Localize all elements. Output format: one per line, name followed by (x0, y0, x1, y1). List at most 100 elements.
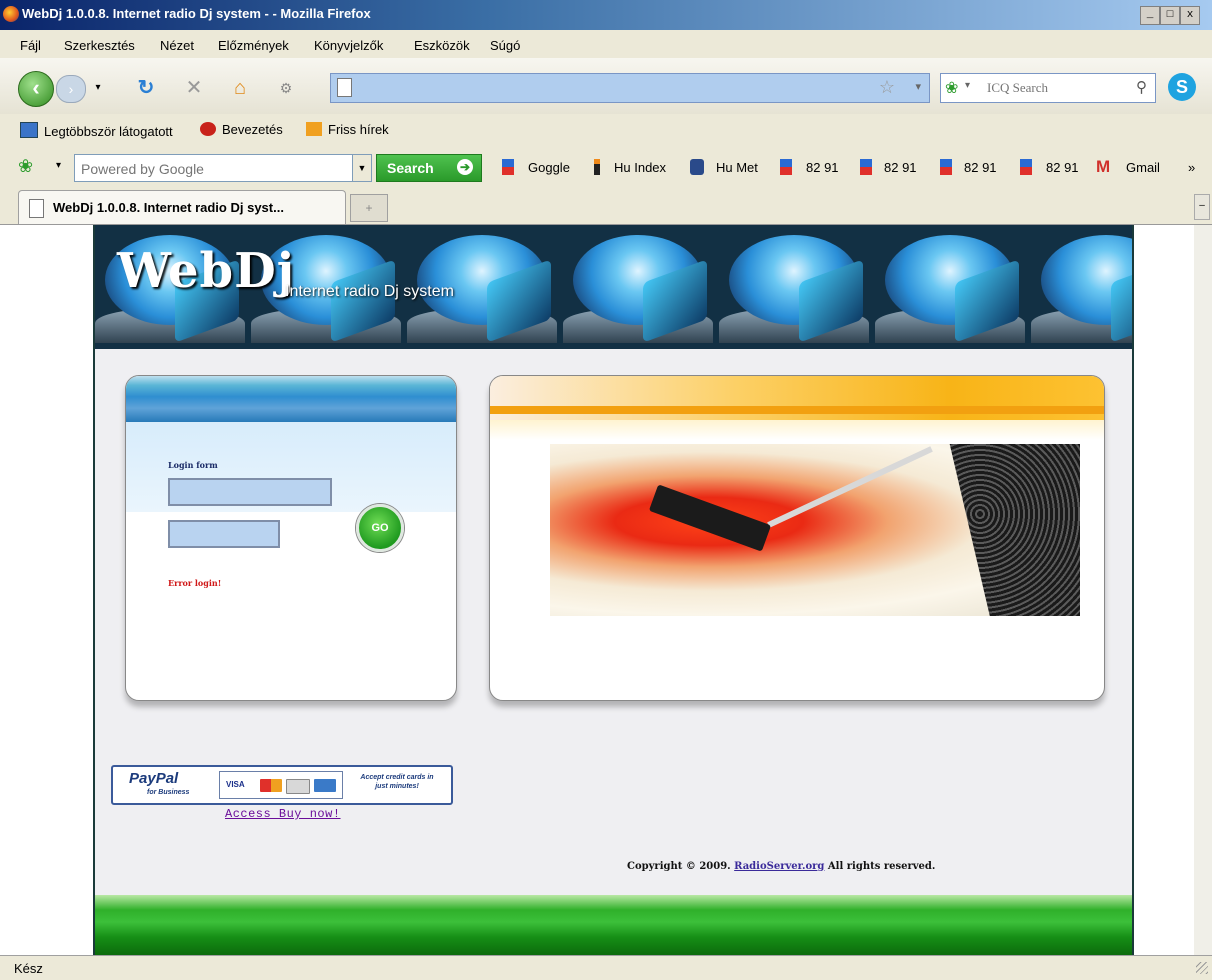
bookmark-label: Friss hírek (328, 122, 389, 137)
bookmark-icon (1020, 159, 1032, 175)
url-dropdown-icon[interactable]: ▾ (915, 80, 921, 93)
google-search-button[interactable]: Search ➔ (376, 154, 482, 182)
menu-view[interactable]: Nézet (160, 38, 194, 53)
tab-webdj[interactable]: WebDj 1.0.0.8. Internet radio Dj syst... (18, 190, 346, 224)
search-engine-dropdown-icon[interactable]: ▾ (965, 80, 970, 91)
icq-flower-icon[interactable]: ❀ (945, 78, 958, 98)
minimize-button[interactable]: _ (1140, 6, 1160, 25)
bookmark-icon (940, 159, 952, 175)
tab-label: WebDj 1.0.0.8. Internet radio Dj syst... (53, 200, 284, 215)
link-8291-1[interactable]: 82 91 (806, 160, 839, 175)
visa-label: VISA (226, 780, 245, 789)
skype-icon[interactable]: S (1168, 73, 1196, 101)
rss-icon (306, 122, 322, 136)
bookmark-label: Legtöbbször látogatott (44, 124, 173, 139)
mastercard-icon (260, 779, 282, 792)
login-form-label: Login form (168, 460, 218, 470)
window-title: WebDj 1.0.0.8. Internet radio Dj system … (22, 6, 371, 21)
paypal-badge[interactable]: PayPal for Business VISA Accept credit c… (111, 765, 453, 805)
login-go-button[interactable]: GO (356, 504, 404, 552)
close-button[interactable]: x (1180, 6, 1200, 25)
link-8291-4[interactable]: 82 91 (1046, 160, 1079, 175)
paypal-business-label: for Business (147, 789, 190, 796)
link-gmail[interactable]: Gmail (1126, 160, 1160, 175)
hu-index-icon (594, 159, 600, 175)
copyright-prefix: Copyright © 2009. (627, 861, 731, 872)
window-title-bar: WebDj 1.0.0.8. Internet radio Dj system … (0, 0, 1212, 30)
reload-icon[interactable]: ↻ (134, 76, 158, 100)
bookmark-getting-started[interactable]: Bevezetés (200, 122, 283, 137)
link-8291-3[interactable]: 82 91 (964, 160, 997, 175)
menu-help[interactable]: Súgó (490, 38, 520, 53)
forward-button[interactable]: › (56, 75, 86, 103)
bookmark-star-icon[interactable]: ☆ (879, 77, 895, 98)
search-button-label: Search (387, 160, 434, 176)
hu-met-icon (690, 159, 704, 175)
new-tab-button[interactable]: + (350, 194, 388, 222)
bookmarks-toolbar: Legtöbbször látogatott Bevezetés Friss h… (0, 114, 1212, 146)
login-error-message: Error login! (168, 578, 222, 588)
discover-icon (286, 779, 310, 794)
icq-search-box[interactable]: ❀ ▾ ⚲ (940, 73, 1156, 103)
firefox-icon (3, 6, 19, 22)
webdj-page: WebDj Internet radio Dj system Login for… (93, 225, 1134, 955)
menu-tools[interactable]: Eszközök (414, 38, 470, 53)
username-input[interactable] (168, 478, 332, 506)
back-button[interactable]: ‹ (18, 71, 54, 107)
vertical-scrollbar[interactable] (1194, 225, 1212, 955)
link-hu-index[interactable]: Hu Index (614, 160, 666, 175)
paypal-logo: PayPal (129, 770, 179, 787)
menu-bookmarks[interactable]: Könyvjelzők (314, 38, 383, 53)
link-hu-met[interactable]: Hu Met (716, 160, 758, 175)
tab-list-dropdown[interactable]: – (1194, 194, 1210, 220)
icq-flower-icon[interactable]: ❀ (18, 156, 33, 177)
toolbar-overflow-button[interactable]: » (1188, 160, 1195, 175)
google-toolbar: ❀ ▾ ▼ Search ➔ Goggle Hu Index Hu Met 82… (0, 146, 1212, 188)
icq-search-input[interactable] (985, 77, 1117, 99)
navigation-toolbar: ‹ › ▾ ↻ ✕ ⌂ ⚙ ☆ ▾ ❀ ▾ ⚲ S (0, 58, 1212, 114)
bookmark-icon (780, 159, 792, 175)
menu-bar: Fájl Szerkesztés Nézet Előzmények Könyvj… (0, 30, 1212, 58)
tab-bar: WebDj 1.0.0.8. Internet radio Dj syst...… (0, 188, 1212, 225)
copyright-text: Copyright © 2009. RadioServer.org All ri… (627, 861, 935, 872)
menu-edit[interactable]: Szerkesztés (64, 38, 135, 53)
credit-cards: VISA (219, 771, 343, 799)
page-icon (29, 199, 44, 218)
resize-grip[interactable] (1196, 962, 1208, 974)
menu-file[interactable]: Fájl (20, 38, 41, 53)
menu-history[interactable]: Előzmények (218, 38, 289, 53)
bookmark-icon (502, 159, 514, 175)
paypal-note: Accept credit cards in just minutes! (360, 774, 434, 790)
bookmark-most-visited[interactable]: Legtöbbször látogatott (20, 122, 173, 139)
password-input[interactable] (168, 520, 280, 548)
getting-started-icon (200, 122, 216, 136)
turntable-image (550, 444, 1080, 616)
link-8291-2[interactable]: 82 91 (884, 160, 917, 175)
page-icon (337, 78, 352, 97)
history-dropdown-icon[interactable]: ▾ (86, 76, 110, 100)
toolbar-dropdown-icon[interactable]: ▾ (56, 160, 61, 171)
header-banner: WebDj Internet radio Dj system (95, 225, 1132, 349)
bookmark-icon (860, 159, 872, 175)
google-search-box[interactable]: ▼ (74, 154, 372, 182)
stop-icon[interactable]: ✕ (182, 76, 206, 100)
status-bar: Kész (0, 955, 1212, 980)
link-goggle[interactable]: Goggle (528, 160, 570, 175)
maximize-button[interactable]: □ (1160, 6, 1180, 25)
buy-now-link[interactable]: Access Buy now! (225, 807, 341, 821)
google-search-input[interactable] (79, 158, 343, 180)
most-visited-icon (20, 122, 38, 138)
search-dropdown-icon[interactable]: ▼ (352, 155, 371, 181)
bookmark-label: Bevezetés (222, 122, 283, 137)
login-panel-header (126, 376, 456, 422)
copyright-suffix: All rights reserved. (827, 861, 936, 872)
bookmark-news[interactable]: Friss hírek (306, 122, 389, 137)
site-logo: WebDj (117, 243, 296, 299)
gmail-icon: M (1096, 157, 1111, 176)
tools-icon[interactable]: ⚙ (274, 76, 298, 100)
home-icon[interactable]: ⌂ (228, 76, 252, 100)
search-icon[interactable]: ⚲ (1136, 78, 1147, 96)
arrow-right-icon: ➔ (457, 159, 473, 175)
address-bar[interactable]: ☆ ▾ (330, 73, 930, 103)
radioserver-link[interactable]: RadioServer.org (734, 861, 824, 872)
